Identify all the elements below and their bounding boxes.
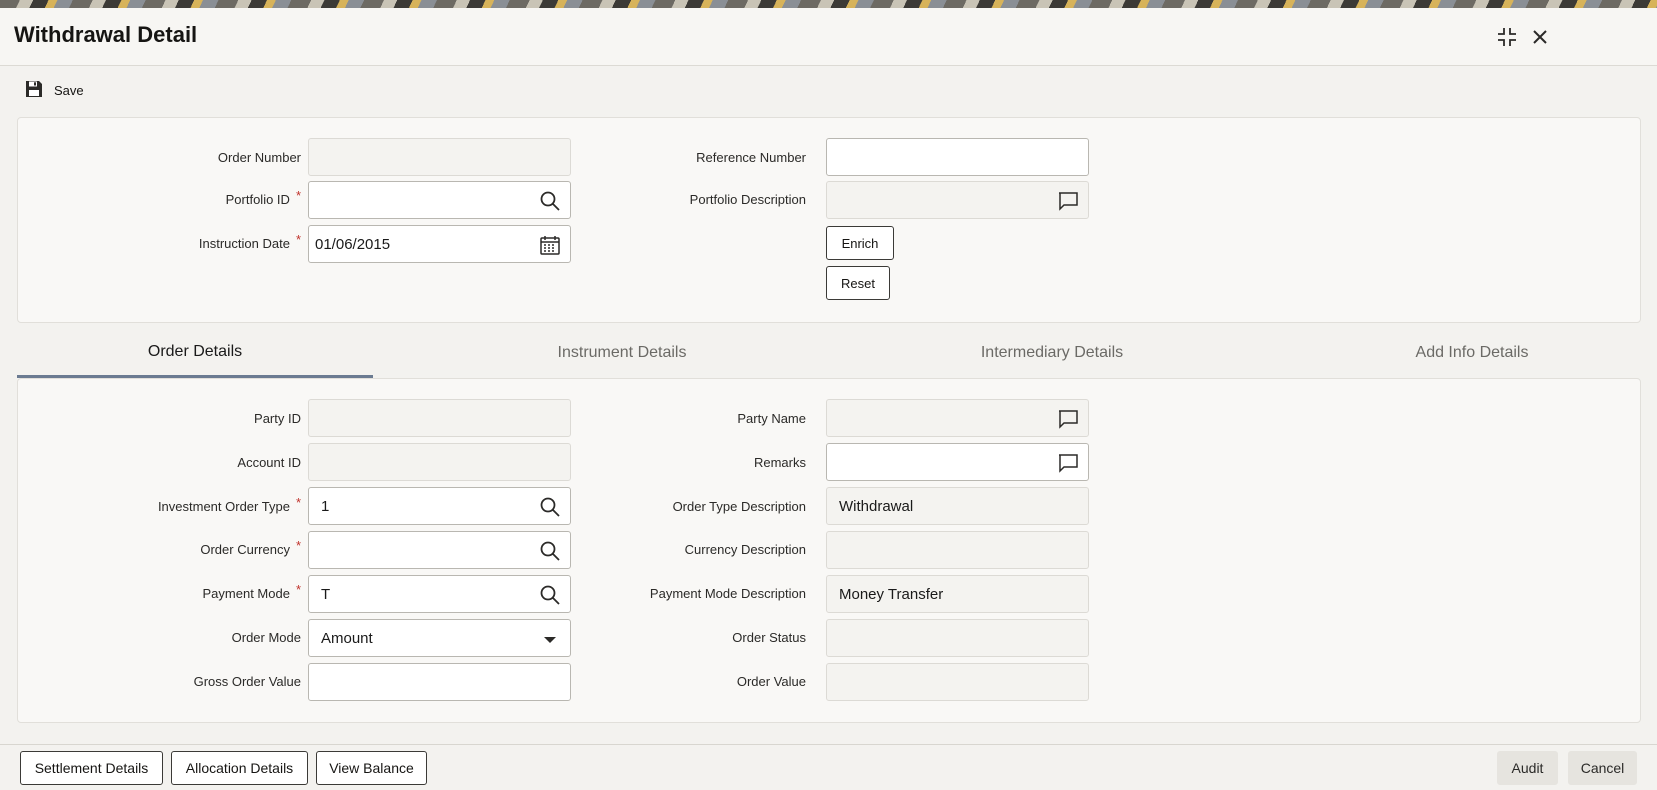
party-id-label: Party ID (254, 411, 301, 426)
allocation-details-button[interactable]: Allocation Details (171, 751, 308, 785)
order-details-panel: Party ID Account ID Investment Order Typ… (17, 378, 1641, 723)
order-mode-label: Order Mode (231, 630, 301, 645)
reset-button[interactable]: Reset (826, 266, 890, 300)
title-bar: Withdrawal Detail (0, 8, 1657, 66)
header-form-panel: Order Number Portfolio ID * Instruction D… (17, 117, 1641, 323)
remarks-label: Remarks (753, 455, 806, 470)
window-title: Withdrawal Detail (14, 22, 198, 47)
view-balance-button[interactable]: View Balance (316, 751, 427, 785)
order-type-description-label: Order Type Description (672, 499, 806, 514)
footer-bar: Settlement Details Allocation Details Vi… (0, 744, 1657, 790)
payment-mode-description-field[interactable]: Money Transfer (826, 575, 1089, 613)
tab-add-info-details[interactable]: Add Info Details (1277, 328, 1657, 378)
portfolio-id-input[interactable] (309, 182, 570, 218)
reference-number-field[interactable] (826, 138, 1089, 176)
order-value-label: Order Value (736, 674, 806, 689)
currency-description-field[interactable] (826, 531, 1089, 569)
order-status-label: Order Status (732, 630, 806, 645)
order-currency-label: Order Currency * (200, 538, 301, 557)
details-tab-bar: Order Details Instrument Details Interme… (17, 328, 1641, 378)
order-number-field[interactable] (308, 138, 571, 176)
search-icon[interactable] (539, 540, 561, 562)
currency-description-label: Currency Description (684, 542, 806, 557)
save-label: Save (54, 82, 84, 98)
tab-order-details[interactable]: Order Details (17, 328, 373, 378)
party-id-field[interactable] (308, 399, 571, 437)
account-id-field[interactable] (308, 443, 571, 481)
cancel-button[interactable]: Cancel (1568, 751, 1637, 785)
portfolio-description-label: Portfolio Description (689, 192, 806, 207)
comment-icon[interactable] (1057, 190, 1079, 212)
caret-down-icon[interactable] (539, 628, 561, 650)
decorative-banner (0, 0, 1657, 8)
calendar-icon[interactable] (539, 234, 561, 256)
order-value-field[interactable] (826, 663, 1089, 701)
remarks-input[interactable] (827, 444, 1088, 480)
investment-order-type-input[interactable] (309, 488, 570, 524)
portfolio-id-label: Portfolio ID * (225, 188, 301, 207)
portfolio-id-field[interactable] (308, 181, 571, 219)
settlement-details-button[interactable]: Settlement Details (20, 751, 163, 785)
reference-number-label: Reference Number (696, 150, 806, 165)
toolbar: Save (0, 66, 1657, 112)
payment-mode-input[interactable] (309, 576, 570, 612)
portfolio-description-field[interactable] (826, 181, 1089, 219)
instruction-date-label: Instruction Date * (198, 232, 301, 251)
payment-mode-field[interactable] (308, 575, 571, 613)
order-currency-field[interactable] (308, 531, 571, 569)
comment-icon[interactable] (1057, 452, 1079, 474)
enrich-button[interactable]: Enrich (826, 226, 894, 260)
comment-icon[interactable] (1057, 408, 1079, 430)
investment-order-type-field[interactable] (308, 487, 571, 525)
remarks-field[interactable] (826, 443, 1089, 481)
close-icon[interactable] (1527, 24, 1553, 50)
search-icon[interactable] (539, 190, 561, 212)
gross-order-value-field[interactable] (308, 663, 571, 701)
investment-order-type-label: Investment Order Type * (157, 495, 301, 514)
search-icon[interactable] (539, 584, 561, 606)
order-currency-input[interactable] (309, 532, 570, 568)
payment-mode-description-label: Payment Mode Description (649, 586, 806, 601)
payment-mode-label: Payment Mode * (202, 582, 302, 601)
floppy-disk-icon (24, 79, 44, 102)
instruction-date-input[interactable] (309, 226, 570, 262)
maximize-icon[interactable] (1494, 24, 1520, 50)
tab-intermediary-details[interactable]: Intermediary Details (857, 328, 1247, 378)
audit-button[interactable]: Audit (1497, 751, 1558, 785)
party-name-field[interactable] (826, 399, 1089, 437)
instruction-date-field[interactable] (308, 225, 571, 263)
tab-instrument-details[interactable]: Instrument Details (427, 328, 817, 378)
party-name-label: Party Name (737, 411, 806, 426)
order-status-field[interactable] (826, 619, 1089, 657)
search-icon[interactable] (539, 496, 561, 518)
gross-order-value-label: Gross Order Value (193, 674, 301, 689)
reference-number-input[interactable] (827, 139, 1088, 175)
order-type-description-field[interactable]: Withdrawal (826, 487, 1089, 525)
order-mode-select[interactable]: Amount (308, 619, 571, 657)
gross-order-value-input[interactable] (309, 664, 570, 700)
account-id-label: Account ID (237, 455, 301, 470)
order-number-input[interactable] (309, 139, 570, 175)
order-number-label: Order Number (217, 150, 301, 165)
save-button[interactable]: Save (24, 78, 84, 102)
